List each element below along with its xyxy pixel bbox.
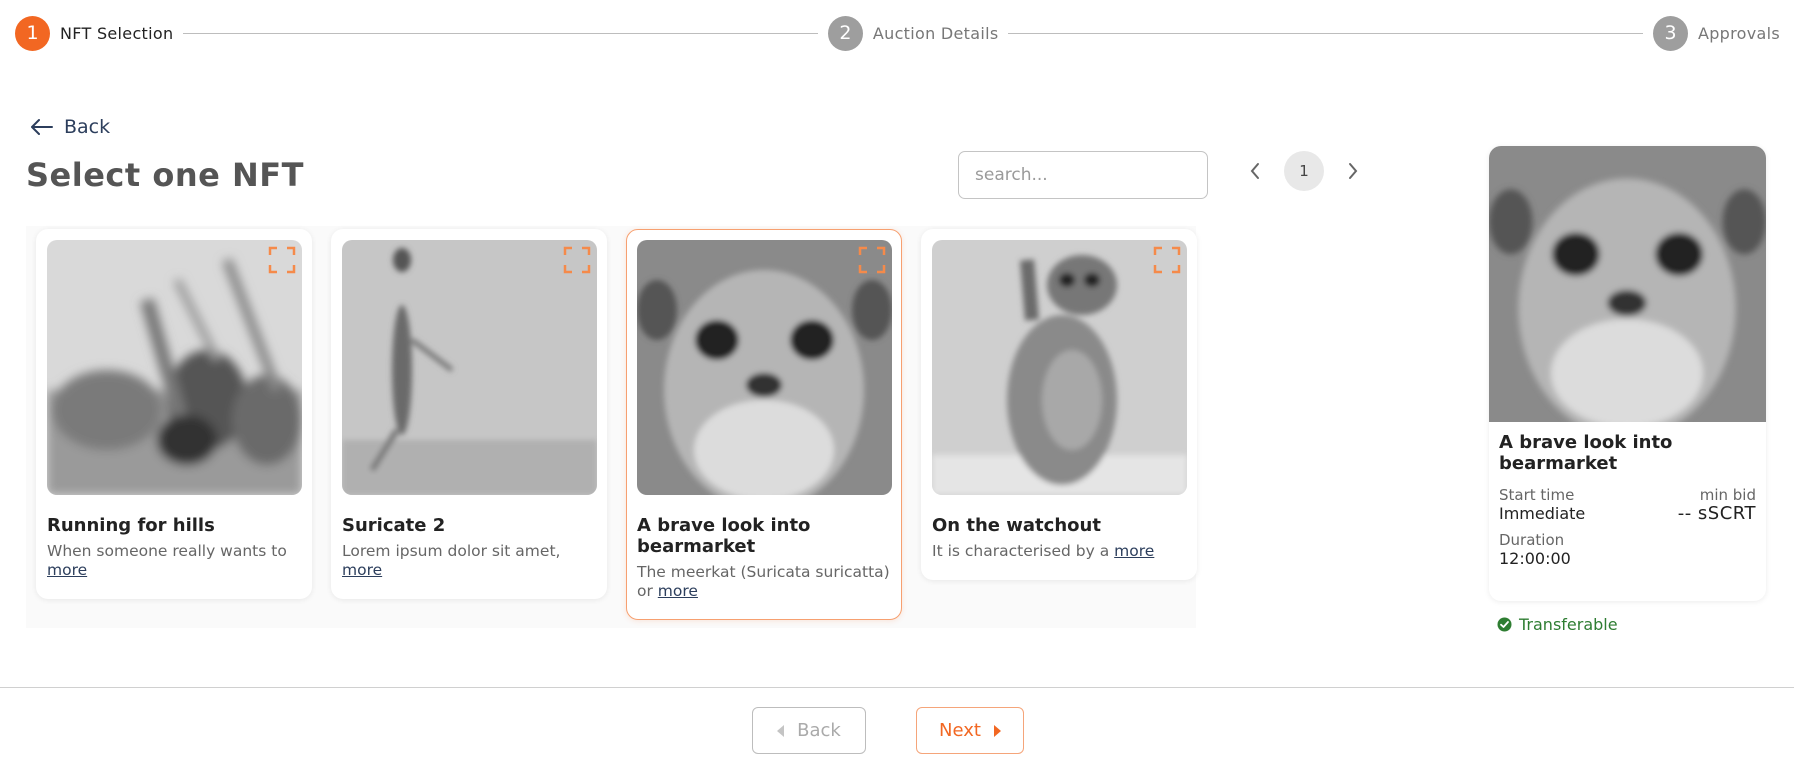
step-connector xyxy=(183,32,818,34)
preview-title: A brave look into bearmarket xyxy=(1499,432,1673,474)
step-label: Auction Details xyxy=(872,23,999,43)
nft-card-running-for-hills[interactable]: Running for hills When someone really wa… xyxy=(36,229,312,599)
step-approvals: 3 Approvals xyxy=(1652,15,1781,51)
more-link[interactable]: more xyxy=(658,582,698,600)
more-link[interactable]: more xyxy=(1114,542,1154,560)
auction-meta-row: Start time Immediate min bid -- sSCRT xyxy=(1499,486,1756,523)
more-link[interactable]: more xyxy=(342,561,382,579)
more-link[interactable]: more xyxy=(47,561,87,579)
check-circle-icon xyxy=(1497,617,1512,632)
page-number-button[interactable]: 1 xyxy=(1284,151,1324,191)
page-title: Select one NFT xyxy=(26,156,304,194)
step-connector xyxy=(1008,32,1643,34)
caret-left-icon xyxy=(777,724,785,737)
arrow-left-icon xyxy=(31,119,53,135)
next-button[interactable]: Next xyxy=(916,707,1024,754)
footer-divider xyxy=(0,687,1794,688)
chevron-right-icon xyxy=(1349,163,1358,179)
nft-image xyxy=(637,240,892,495)
duration-label: Duration xyxy=(1499,531,1565,549)
nft-title: A brave look into bearmarket xyxy=(637,515,811,557)
nft-card-suricate-2[interactable]: Suricate 2 Lorem ipsum dolor sit amet, m… xyxy=(331,229,607,599)
transferable-label: Transferable xyxy=(1519,615,1618,634)
transferable-badge: Transferable xyxy=(1497,615,1618,634)
duration-value: 12:00:00 xyxy=(1499,549,1571,568)
nft-image xyxy=(932,240,1187,495)
start-time-value: Immediate xyxy=(1499,504,1586,523)
chevron-left-icon xyxy=(1250,163,1259,179)
expand-icon[interactable] xyxy=(268,246,296,274)
nft-description: Lorem ipsum dolor sit amet, more xyxy=(342,542,596,580)
back-link-label: Back xyxy=(64,116,111,138)
expand-icon[interactable] xyxy=(563,246,591,274)
nft-card-brave-look[interactable]: A brave look into bearmarket The meerkat… xyxy=(626,229,902,620)
step-number: 3 xyxy=(1652,15,1688,51)
preview-image xyxy=(1489,146,1766,422)
next-page-button[interactable] xyxy=(1338,151,1368,191)
next-button-label: Next xyxy=(939,720,981,741)
start-time-label: Start time xyxy=(1499,486,1575,504)
nft-image xyxy=(47,240,302,495)
step-number: 1 xyxy=(15,15,50,51)
nft-preview-panel: A brave look into bearmarket Start time … xyxy=(1489,146,1766,601)
min-bid-value: -- sSCRT xyxy=(1677,503,1756,524)
back-button-label: Back xyxy=(797,720,841,741)
nft-description-text: It is characterised by a xyxy=(932,542,1110,560)
nft-card-on-the-watchout[interactable]: On the watchout It is characterised by a… xyxy=(921,229,1197,580)
step-nft-selection: 1 NFT Selection xyxy=(15,15,174,51)
expand-icon[interactable] xyxy=(858,246,886,274)
nft-description-text: When someone really wants to xyxy=(47,542,287,560)
nft-title: Running for hills xyxy=(47,515,215,536)
nft-image xyxy=(342,240,597,495)
back-link[interactable]: Back xyxy=(30,116,110,138)
search-input[interactable] xyxy=(958,151,1208,199)
step-number: 2 xyxy=(827,15,863,51)
back-button[interactable]: Back xyxy=(752,707,866,754)
nft-title: On the watchout xyxy=(932,515,1101,536)
pagination: 1 xyxy=(1240,151,1368,191)
caret-right-icon xyxy=(993,724,1001,737)
nft-description: The meerkat (Suricata suricatta) or more xyxy=(637,563,891,601)
nft-description-text: Lorem ipsum dolor sit amet, xyxy=(342,542,561,560)
expand-icon[interactable] xyxy=(1153,246,1181,274)
nft-description: It is characterised by a more xyxy=(932,542,1186,561)
nft-title: Suricate 2 xyxy=(342,515,446,536)
step-label: Approvals xyxy=(1697,23,1781,43)
step-label: NFT Selection xyxy=(60,23,174,43)
progress-stepper: 1 NFT Selection 2 Auction Details 3 Appr… xyxy=(15,15,1780,51)
prev-page-button[interactable] xyxy=(1240,151,1270,191)
nft-description: When someone really wants to more xyxy=(47,542,301,580)
min-bid-label: min bid xyxy=(1699,486,1756,504)
step-auction-details: 2 Auction Details xyxy=(827,15,999,51)
